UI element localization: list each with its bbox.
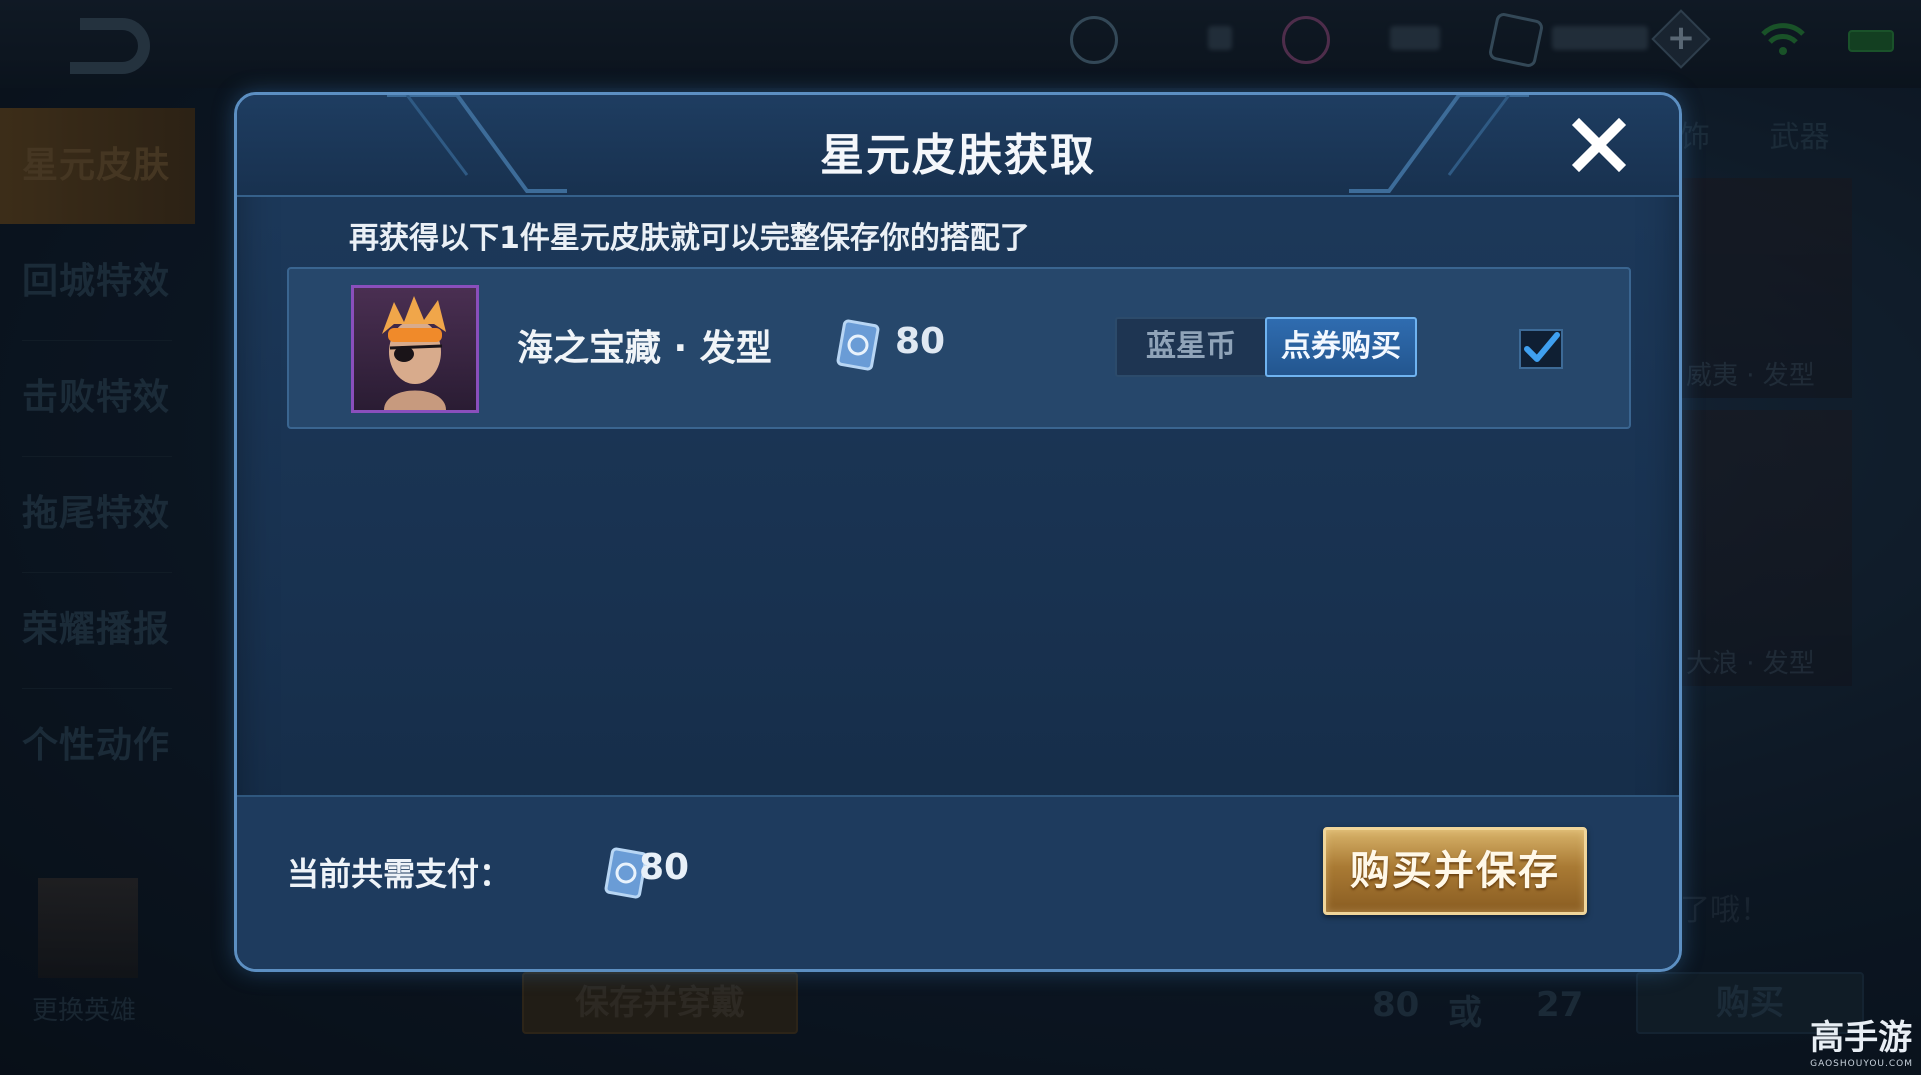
- select-item-checkbox[interactable]: [1519, 329, 1563, 369]
- buy-and-save-button[interactable]: 购买并保存: [1323, 827, 1587, 915]
- dialog-footer: 当前共需支付： 80 购买并保存: [237, 795, 1679, 969]
- dialog-header: 星元皮肤获取: [237, 95, 1679, 197]
- total-value: 80: [639, 847, 690, 888]
- watermark-logo: 高手游 GAOSHOUYOU.COM: [1810, 1010, 1913, 1069]
- skin-item-row: 海之宝藏 · 发型 80 蓝星币 点券购买: [287, 267, 1631, 429]
- coupon-icon: [836, 319, 880, 371]
- star-skin-acquire-dialog: 星元皮肤获取 再获得以下1件星元皮肤就可以完整保存你的搭配了 海之宝藏 · 发型…: [234, 92, 1682, 972]
- skin-name: 海之宝藏 · 发型: [517, 328, 772, 369]
- close-icon[interactable]: [1569, 115, 1629, 175]
- hero-portrait-icon: [382, 296, 446, 410]
- pay-option-blue-star-coin[interactable]: 蓝星币: [1117, 319, 1265, 375]
- dialog-title: 星元皮肤获取: [820, 130, 1096, 181]
- watermark-text: 高手游: [1810, 1018, 1913, 1058]
- skin-price: 80: [895, 321, 946, 362]
- payment-method-toggle: 蓝星币 点券购买: [1115, 317, 1417, 377]
- checkmark-icon: [1524, 332, 1560, 362]
- total-label: 当前共需支付：: [287, 855, 512, 893]
- watermark-domain: GAOSHOUYOU.COM: [1810, 1059, 1913, 1069]
- skin-thumbnail: [351, 285, 479, 413]
- pay-option-coupon[interactable]: 点券购买: [1265, 317, 1417, 377]
- dialog-subtitle: 再获得以下1件星元皮肤就可以完整保存你的搭配了: [349, 221, 1030, 256]
